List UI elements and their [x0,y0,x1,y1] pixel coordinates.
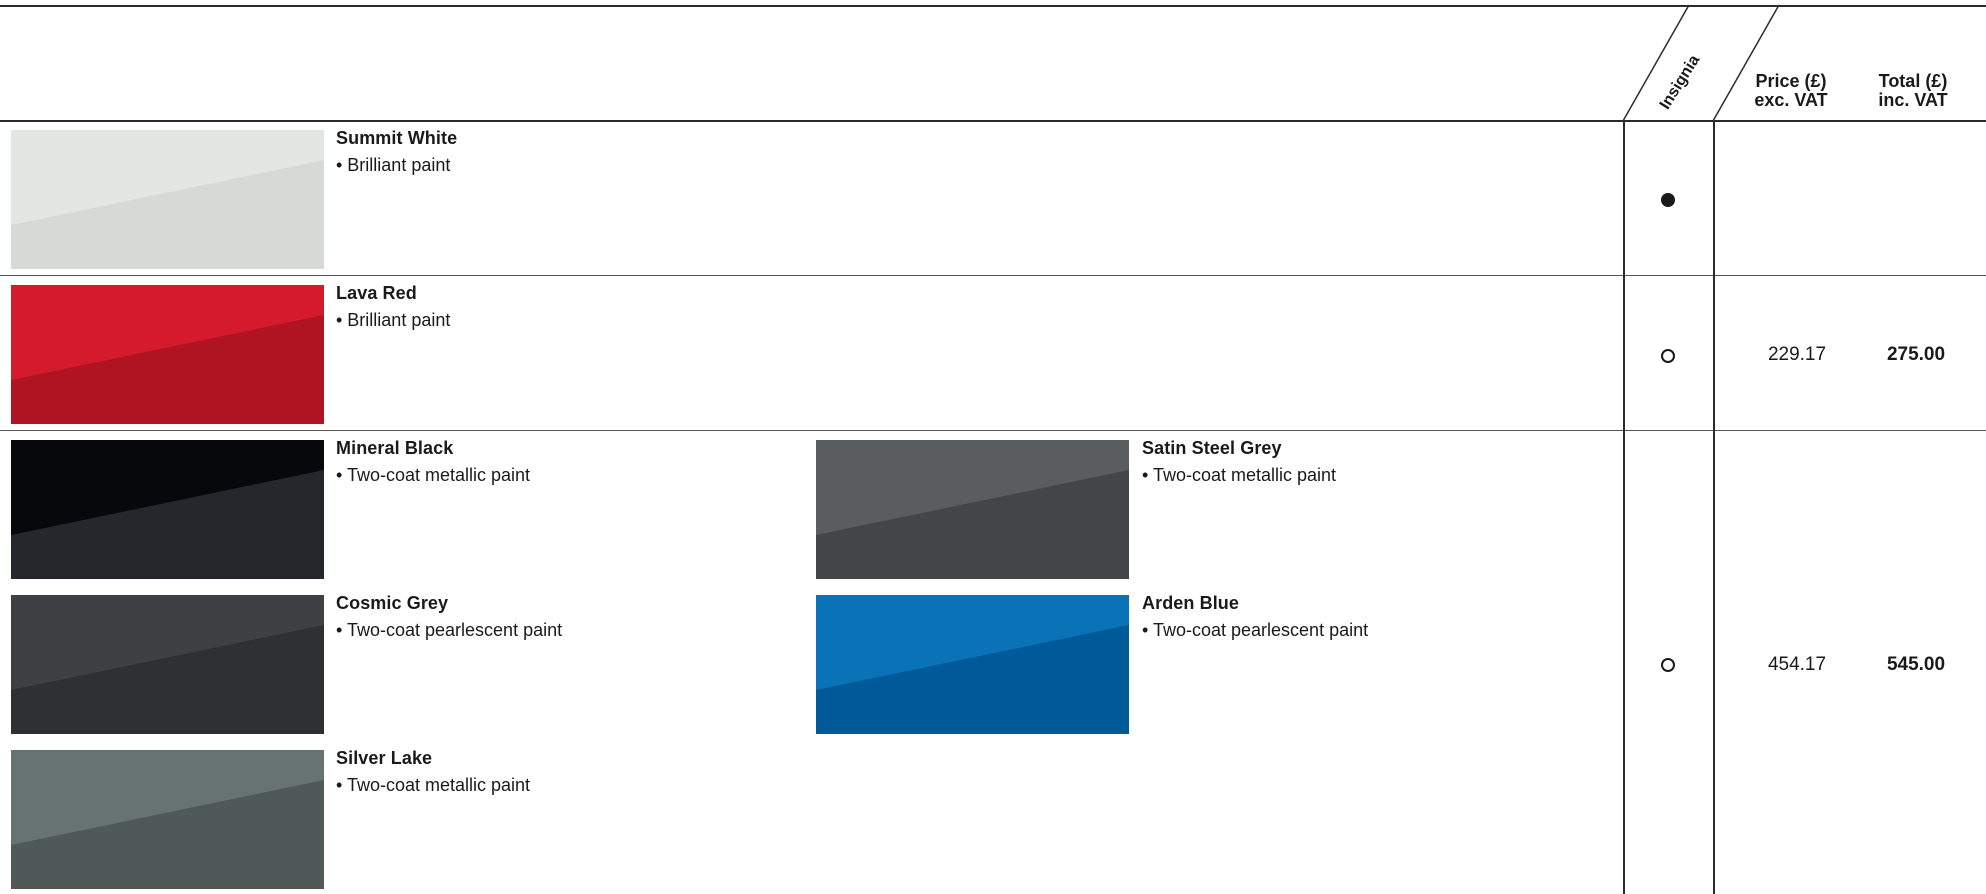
paint-swatch-arden-blue [816,595,1129,734]
paint-type: • Two-coat metallic paint [1142,465,1337,485]
standard-equipment-icon [1661,193,1675,207]
paint-swatch-lava-red [11,285,324,424]
total-header: Total (£) inc. VAT [1858,72,1968,110]
row-divider [0,430,1986,431]
paint-name: Mineral Black [336,438,454,458]
paint-name: Cosmic Grey [336,593,449,613]
paint-swatch-summit-white [11,130,324,269]
price-header: Price (£) exc. VAT [1736,72,1846,110]
paint-type: • Two-coat metallic paint [336,465,531,485]
paint-name: Satin Steel Grey [1142,438,1282,458]
paint-name: Arden Blue [1142,593,1240,613]
optional-equipment-icon [1661,349,1675,363]
paint-swatch-cosmic-grey [11,595,324,734]
paint-type: • Two-coat pearlescent paint [1142,620,1369,640]
price-header-line1: Price (£) [1755,71,1827,91]
total-header-line1: Total (£) [1878,71,1948,91]
paint-type: • Two-coat metallic paint [336,775,531,795]
insignia-column-left-line [1623,120,1625,894]
paint-type: • Brilliant paint [336,155,451,175]
total-header-line2: inc. VAT [1878,90,1948,110]
price-exc-vat: 454.17 [1767,654,1827,675]
paint-swatch-mineral-black [11,440,324,579]
total-inc-vat: 275.00 [1886,344,1946,365]
paint-swatch-satin-steel-grey [816,440,1129,579]
paint-swatch-silver-lake [11,750,324,889]
price-exc-vat: 229.17 [1767,344,1827,365]
total-inc-vat: 545.00 [1886,654,1946,675]
paint-name: Summit White [336,128,458,148]
paint-name: Silver Lake [336,748,433,768]
paint-name: Lava Red [336,283,417,303]
price-header-line2: exc. VAT [1754,90,1828,110]
optional-equipment-icon [1661,658,1675,672]
price-column-left-line [1713,120,1715,894]
paint-type: • Two-coat pearlescent paint [336,620,563,640]
row-divider [0,275,1986,276]
paint-type: • Brilliant paint [336,310,451,330]
